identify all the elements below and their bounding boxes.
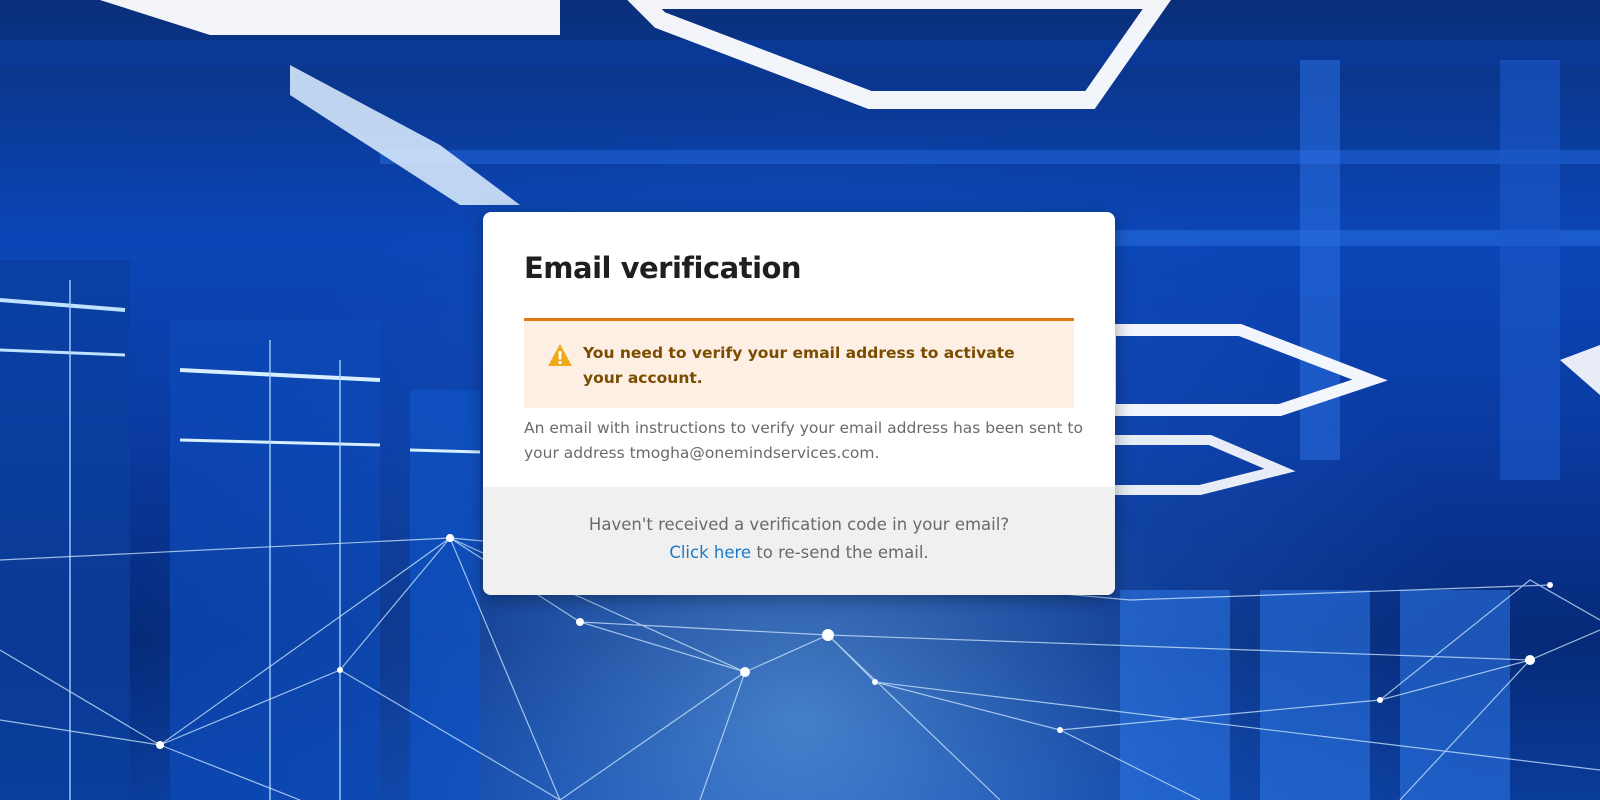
instructions-text: An email with instructions to verify you… — [524, 419, 1083, 462]
resend-suffix: to re-send the email. — [751, 543, 929, 562]
resend-line: Click here to re-send the email. — [483, 539, 1115, 567]
warning-alert: You need to verify your email address to… — [524, 318, 1074, 408]
resend-link[interactable]: Click here — [669, 543, 751, 562]
alert-message: You need to verify your email address to… — [583, 344, 1015, 387]
resend-footer: Haven't received a verification code in … — [483, 487, 1115, 595]
warning-icon — [547, 343, 573, 367]
resend-question: Haven't received a verification code in … — [588, 515, 1010, 534]
verification-card: Email verification You need to verify yo… — [483, 212, 1115, 595]
card-body: Email verification You need to verify yo… — [483, 212, 1115, 466]
page-title: Email verification — [524, 251, 802, 285]
